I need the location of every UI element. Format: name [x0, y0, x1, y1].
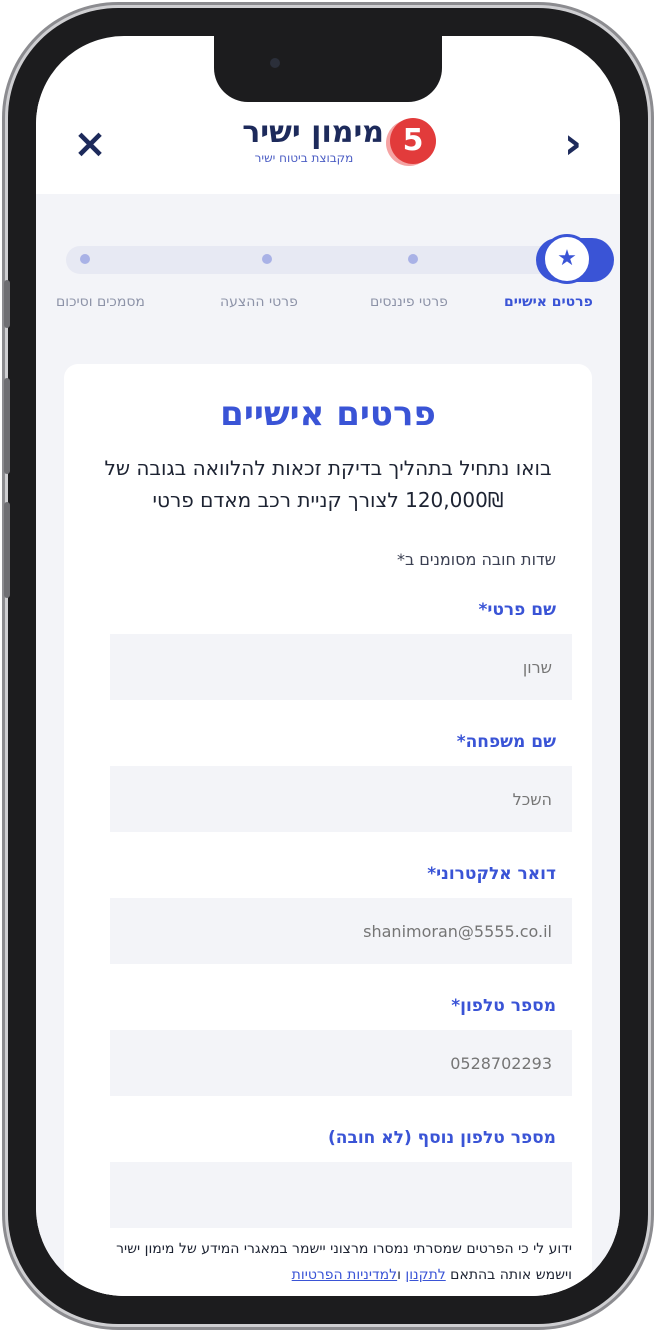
- email-input[interactable]: [110, 898, 572, 964]
- close-icon[interactable]: ×: [72, 124, 108, 164]
- back-icon[interactable]: ›: [556, 122, 590, 166]
- front-camera: [270, 58, 280, 68]
- step-dot-offer: [262, 254, 272, 264]
- side-button-volume-up: [4, 378, 10, 474]
- first-name-input[interactable]: [110, 634, 572, 700]
- step-label-finances[interactable]: פרטי פיננסים: [370, 294, 448, 310]
- first-name-label: שם פרטי*: [478, 600, 556, 620]
- last-name-label: שם משפחה*: [456, 732, 556, 752]
- phone-notch: [214, 36, 442, 102]
- last-name-input[interactable]: [110, 766, 572, 832]
- additional-phone-label: מספר טלפון נוסף (לא חובה): [328, 1128, 556, 1148]
- step-label-offer[interactable]: פרטי ההצעה: [220, 294, 298, 310]
- stepper-track: [66, 246, 586, 274]
- phone-label: מספר טלפון*: [451, 996, 556, 1016]
- star-icon: ★: [542, 234, 592, 284]
- content-area: ★ מסמכים וסיכום פרטי ההצעה פרטי פיננסים …: [36, 194, 620, 1296]
- required-fields-note: שדות חובה מסומנים ב*: [396, 550, 556, 569]
- side-button-mute: [4, 280, 10, 328]
- phone-input[interactable]: [110, 1030, 572, 1096]
- brand-badge: 5: [390, 118, 436, 164]
- privacy-disclaimer: ידוע לי כי הפרטים שמסרתי נמסרו מרצוני יי…: [104, 1236, 572, 1288]
- terms-link[interactable]: לתקנון: [405, 1267, 445, 1283]
- privacy-policy-link[interactable]: למדיניות הפרטיות: [292, 1267, 397, 1283]
- step-label-personal[interactable]: פרטים אישיים: [504, 294, 593, 310]
- phone-screen: × מימון ישיר מקבוצת ביטוח ישיר 5 › ★ מסמ…: [36, 36, 620, 1296]
- side-button-volume-down: [4, 502, 10, 598]
- email-label: דואר אלקטרוני*: [427, 864, 556, 884]
- form-card: פרטים אישיים בואו נתחיל בתהליך בדיקת זכא…: [64, 364, 592, 1296]
- additional-phone-input[interactable]: [110, 1162, 572, 1228]
- intro-text: בואו נתחיל בתהליך בדיקת זכאות להלוואה בג…: [104, 456, 552, 512]
- step-dot-finances: [408, 254, 418, 264]
- phone-frame: × מימון ישיר מקבוצת ביטוח ישיר 5 › ★ מסמ…: [4, 8, 648, 1324]
- step-dot-documents: [80, 254, 90, 264]
- brand-logo: מימון ישיר מקבוצת ביטוח ישיר 5: [224, 116, 454, 176]
- app-header: × מימון ישיר מקבוצת ביטוח ישיר 5 ›: [36, 102, 620, 194]
- brand-name: מימון ישיר: [242, 115, 384, 150]
- step-label-documents[interactable]: מסמכים וסיכום: [56, 294, 145, 310]
- page-title: פרטים אישיים: [220, 394, 436, 434]
- brand-subtitle: מקבוצת ביטוח ישיר: [254, 151, 354, 165]
